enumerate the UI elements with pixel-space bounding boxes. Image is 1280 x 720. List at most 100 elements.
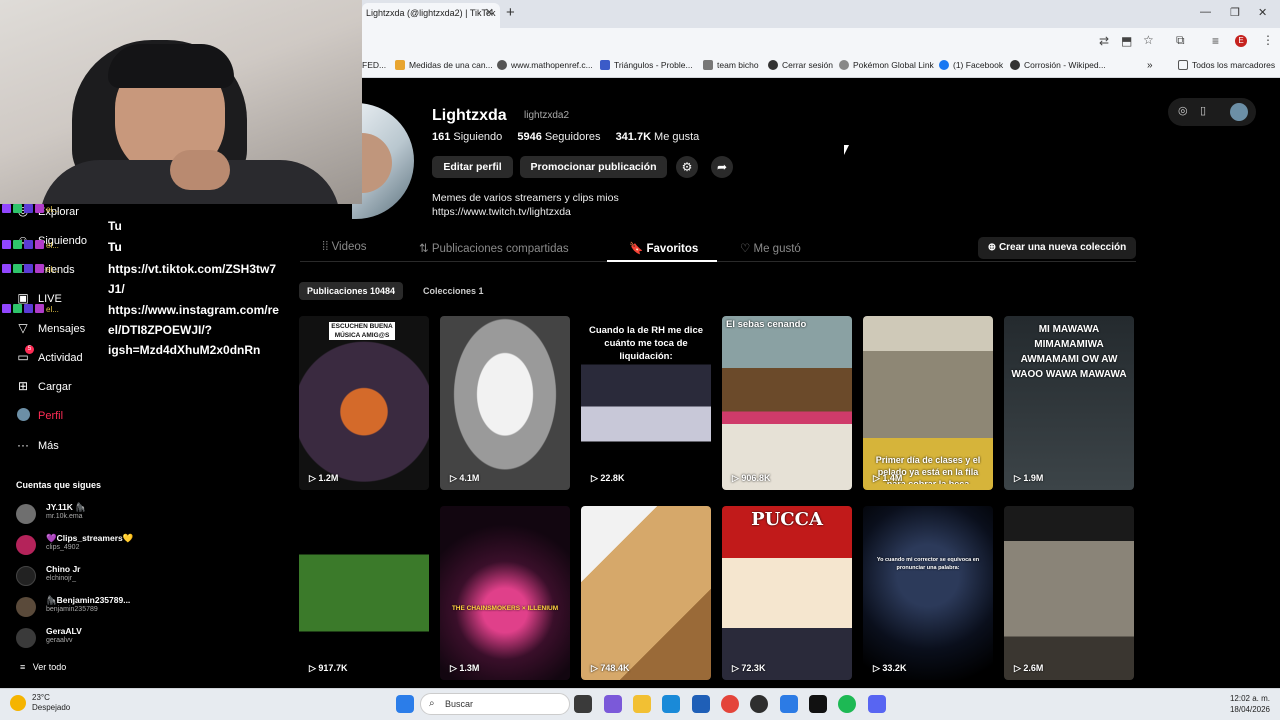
video-thumbnail [440, 316, 570, 490]
chat-link[interactable]: https://vt.tiktok.com/ZSH3tw7 [108, 262, 276, 276]
sidebar-item-upload[interactable]: ⊞ Cargar [16, 379, 72, 393]
taskbar-search[interactable]: ⌕ Buscar [420, 693, 570, 715]
video-tile[interactable]: Cuando la de RH me dice cuánto me toca d… [581, 316, 711, 490]
bookmark-item[interactable]: Triángulos - Proble... [600, 60, 693, 70]
media-icon[interactable]: ≡ [1212, 34, 1219, 48]
chrome-profile-avatar[interactable]: E [1235, 35, 1247, 47]
new-collection-button[interactable]: ⊕ Crear una nueva colección [978, 237, 1136, 259]
view-count: ▷ 1.2M [309, 473, 339, 483]
restore-icon[interactable]: ❐ [1230, 6, 1240, 19]
tab-favorites[interactable]: 🔖 Favoritos [629, 241, 698, 255]
bio-link[interactable]: https://www.twitch.tv/lightzxda [432, 205, 619, 219]
tab-reposts[interactable]: ⇅ Publicaciones compartidas [419, 241, 569, 255]
app-icon[interactable] [780, 695, 798, 713]
chat-user: el... [2, 264, 59, 274]
teams-icon[interactable] [604, 695, 622, 713]
discord-icon[interactable] [868, 695, 886, 713]
following-count[interactable]: 161 [432, 131, 450, 143]
obs-icon[interactable] [750, 695, 768, 713]
star-icon[interactable]: ☆ [1143, 33, 1154, 47]
view-count: ▷ 2.6M [1014, 663, 1044, 673]
edit-profile-button[interactable]: Editar perfil [432, 156, 513, 178]
chat-message: Tu [108, 219, 122, 233]
bookmark-item[interactable]: Medidas de una can... [395, 60, 493, 70]
share-icon[interactable]: ➦ [711, 156, 733, 178]
close-tab-icon[interactable]: ✕ [485, 3, 494, 23]
chat-link[interactable]: el/DTI8ZPOEWJI/? [108, 323, 212, 337]
tab-title: Lightzxda (@lightzxda2) | TikTok [366, 8, 496, 18]
avatar [16, 597, 36, 617]
close-window-icon[interactable]: ✕ [1258, 6, 1267, 19]
promote-post-button[interactable]: Promocionar publicación [520, 156, 667, 178]
plus-circle-icon: ⊕ [987, 242, 999, 253]
chat-link[interactable]: igsh=Mzd4dXhuM2x0dnRn [108, 343, 260, 357]
video-tile[interactable]: THE CHAINSMOKERS × ILLENIUM ▷ 1.3M [440, 506, 570, 680]
video-thumbnail [722, 316, 852, 490]
video-tile[interactable]: MI MAWAWA MIMAMAMIWA AWMAMAMI OW AW WAOO… [1004, 316, 1134, 490]
chat-link[interactable]: J1/ [108, 282, 125, 296]
followers-label: Seguidores [544, 131, 601, 143]
chrome-icon[interactable] [721, 695, 739, 713]
video-tile[interactable]: ▷ 4.1M [440, 316, 570, 490]
video-tile[interactable]: Yo cuando mi corrector se equivoca en pr… [863, 506, 993, 680]
active-tab-indicator [607, 260, 717, 262]
bookmark-item[interactable]: (1) Facebook [939, 60, 1003, 70]
avatar [16, 504, 36, 524]
webcam-overlay [0, 0, 362, 204]
chrome-menu-icon[interactable]: ⋮ [1262, 33, 1274, 47]
bookmark-item[interactable]: team bicho [703, 60, 759, 70]
bookmark-icon: 🔖 [629, 243, 647, 255]
tab-videos[interactable]: ⁞⁞ Videos [322, 241, 367, 253]
edge-icon[interactable] [662, 695, 680, 713]
more-bookmarks-icon[interactable]: » [1147, 60, 1153, 71]
see-all-link[interactable]: ≡ Ver todo [20, 662, 66, 672]
store-icon[interactable] [692, 695, 710, 713]
user-avatar[interactable] [1230, 103, 1248, 121]
avatar [16, 535, 36, 555]
video-caption: Cuando la de RH me dice cuánto me toca d… [588, 325, 704, 362]
translate-icon[interactable]: ⇄ [1099, 34, 1109, 48]
task-view-icon[interactable] [574, 695, 592, 713]
minimize-icon[interactable]: — [1200, 6, 1211, 18]
bookmark-item[interactable]: Corrosión - Wikiped... [1010, 60, 1106, 70]
avatar [16, 566, 36, 586]
weather-status: Despejado [32, 703, 71, 712]
capcut-icon[interactable] [809, 695, 827, 713]
sidebar-item-more[interactable]: ··· Más [16, 438, 59, 452]
bookmark-item[interactable]: www.mathopenref.c... [497, 60, 593, 70]
subtab-posts[interactable]: Publicaciones 10484 [299, 282, 404, 300]
install-icon[interactable]: ⬒ [1121, 34, 1132, 48]
subtab-collections[interactable]: Colecciones 1 [415, 282, 492, 300]
file-explorer-icon[interactable] [633, 695, 651, 713]
video-tile[interactable]: Primer día de clases y el pelado ya está… [863, 316, 993, 490]
video-caption: PUCCA [751, 509, 823, 530]
sidebar-item-profile[interactable]: Perfil [16, 408, 63, 422]
followers-count[interactable]: 5946 [517, 131, 541, 143]
time: 12:02 a. m. [1229, 694, 1270, 703]
tab-liked[interactable]: ♡ Me gustó [740, 241, 801, 255]
all-bookmarks[interactable]: Todos los marcadores [1178, 60, 1275, 70]
new-tab-button[interactable]: + [506, 4, 515, 21]
device-icon[interactable]: ▯ [1200, 104, 1206, 117]
bookmark-item[interactable]: Pokémon Global Link [839, 60, 934, 70]
profile-handle: lightzxda2 [524, 110, 570, 121]
video-tile[interactable]: ESCUCHEN BUENA MÚSICA AMIG@S ▷ 1.2M [299, 316, 429, 490]
coin-icon[interactable]: ◎ [1178, 104, 1188, 117]
bookmark-item[interactable]: Cerrar sesión [768, 60, 833, 70]
video-tile[interactable]: El sebas cenando ▷ 906.8K [722, 316, 852, 490]
bookmark-item[interactable]: FED... [362, 60, 386, 70]
chat-link[interactable]: https://www.instagram.com/re [108, 303, 279, 317]
browser-tab[interactable]: Lightzxda (@lightzxda2) | TikTok ✕ [362, 3, 500, 28]
video-tile[interactable]: ▷ 917.7K [299, 506, 429, 680]
spotify-icon[interactable] [838, 695, 856, 713]
video-tile[interactable]: ▷ 748.4K [581, 506, 711, 680]
video-thumbnail [581, 506, 711, 680]
extensions-icon[interactable]: ⧉ [1176, 33, 1185, 48]
video-tile[interactable]: ▷ 2.6M [1004, 506, 1134, 680]
settings-icon[interactable]: ⚙ [676, 156, 698, 178]
date: 18/04/2026 [1229, 705, 1270, 714]
start-icon[interactable] [396, 695, 414, 713]
taskbar-clock[interactable]: 12:02 a. m. 18/04/2026 [1210, 693, 1270, 715]
video-thumbnail [863, 506, 993, 680]
video-tile[interactable]: PUCCA ▷ 72.3K [722, 506, 852, 680]
